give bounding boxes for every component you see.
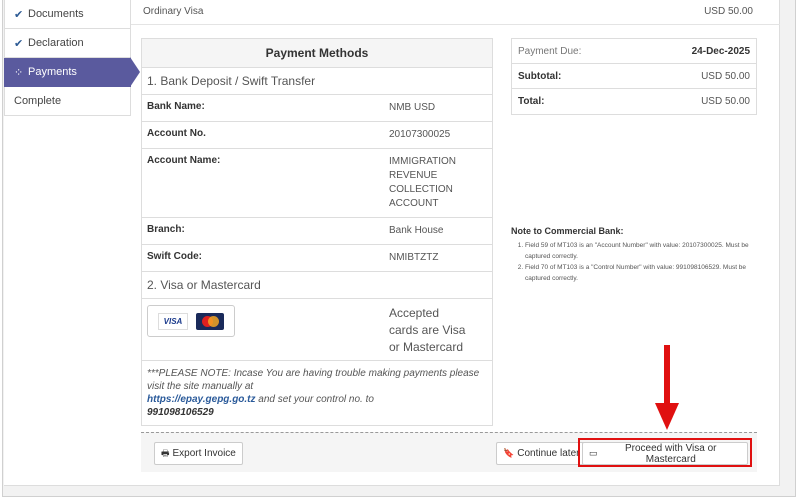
invoice-item: Ordinary Visa (143, 6, 204, 17)
check-icon: ✔ (14, 8, 24, 21)
pointer-arrow (655, 345, 679, 430)
sidebar-item-declaration[interactable]: ✔ Declaration (4, 29, 131, 58)
table-row: Payment Due: 24-Dec-2025 (512, 39, 756, 64)
card-payment-heading: 2. Visa or Mastercard (142, 272, 492, 299)
payment-summary: Payment Due: 24-Dec-2025 Subtotal: USD 5… (511, 38, 757, 115)
sidebar-item-label: Documents (28, 8, 84, 20)
invoice-amount: USD 50.00 (704, 6, 753, 17)
table-row: Bank Name: NMB USD (142, 95, 492, 122)
bank-deposit-heading: 1. Bank Deposit / Swift Transfer (142, 68, 492, 95)
printer-icon: 🖶 (161, 447, 170, 458)
payment-methods-title: Payment Methods (142, 39, 492, 68)
continue-later-button[interactable]: 🔖 Continue later (496, 442, 587, 465)
control-number: 991098106529 (147, 407, 214, 418)
row-key: Swift Code: (147, 251, 202, 262)
export-invoice-button[interactable]: 🖶 Export Invoice (154, 442, 243, 465)
bank-note: Note to Commercial Bank: Field 59 of MT1… (511, 226, 759, 284)
list-item: Field 70 of MT103 is a "Control Number" … (525, 262, 759, 284)
sidebar-item-complete[interactable]: Complete (4, 87, 131, 116)
sidebar-item-documents[interactable]: ✔ Documents (4, 0, 131, 29)
subtotal-value: USD 50.00 (701, 70, 750, 82)
mastercard-logo (196, 312, 224, 330)
invoice-line: Ordinary Visa USD 50.00 (143, 6, 753, 17)
sidebar-item-label: Complete (14, 95, 62, 107)
sidebar-item-label: Declaration (28, 37, 84, 49)
card-logos: VISA (147, 305, 235, 337)
list-item: Field 59 of MT103 is an "Account Number"… (525, 240, 759, 262)
table-row: Subtotal: USD 50.00 (512, 64, 756, 89)
table-row: Branch: Bank House (142, 218, 492, 245)
row-key: Account No. (147, 128, 206, 139)
total-value: USD 50.00 (701, 96, 750, 107)
sidebar-item-payments[interactable]: ⁘ Payments (4, 57, 140, 87)
payment-note: ***PLEASE NOTE: Incase You are having tr… (147, 368, 480, 418)
sidebar: ✔ Documents ✔ Declaration ⁘ Payments Com… (4, 0, 140, 116)
payment-methods-table: Payment Methods 1. Bank Deposit / Swift … (141, 38, 493, 426)
row-value: NMB USD (389, 102, 436, 113)
sidebar-item-label: Payments (28, 66, 77, 78)
row-key: Bank Name: (147, 101, 205, 112)
row-value: NMIBTZTZ (389, 252, 439, 263)
visa-logo: VISA (158, 312, 188, 330)
row-value: IMMIGRATION REVENUE COLLECTION ACCOUNT (389, 156, 457, 209)
table-row: VISA Accepted cards are Visa or Masterca… (142, 299, 492, 361)
bookmark-icon: 🔖 (503, 448, 515, 458)
bank-note-title: Note to Commercial Bank: (511, 226, 624, 236)
payment-due-date: 24-Dec-2025 (691, 45, 750, 57)
table-row: Account No. 20107300025 (142, 122, 492, 149)
row-key: Account Name: (147, 155, 221, 166)
row-value: 20107300025 (389, 129, 451, 140)
table-row: Account Name: IMMIGRATION REVENUE COLLEC… (142, 149, 492, 218)
spinner-icon: ⁘ (14, 66, 24, 79)
row-key: Branch: (147, 224, 185, 235)
epay-link[interactable]: https://epay.gepg.go.tz (147, 394, 256, 405)
highlight-box (578, 438, 752, 467)
check-icon: ✔ (14, 37, 24, 50)
table-row: Swift Code: NMIBTZTZ (142, 245, 492, 272)
table-row: Total: USD 50.00 (518, 96, 750, 107)
accepted-cards-text: Accepted cards are Visa or Mastercard (389, 306, 466, 354)
row-value: Bank House (389, 225, 444, 236)
divider (131, 24, 780, 25)
